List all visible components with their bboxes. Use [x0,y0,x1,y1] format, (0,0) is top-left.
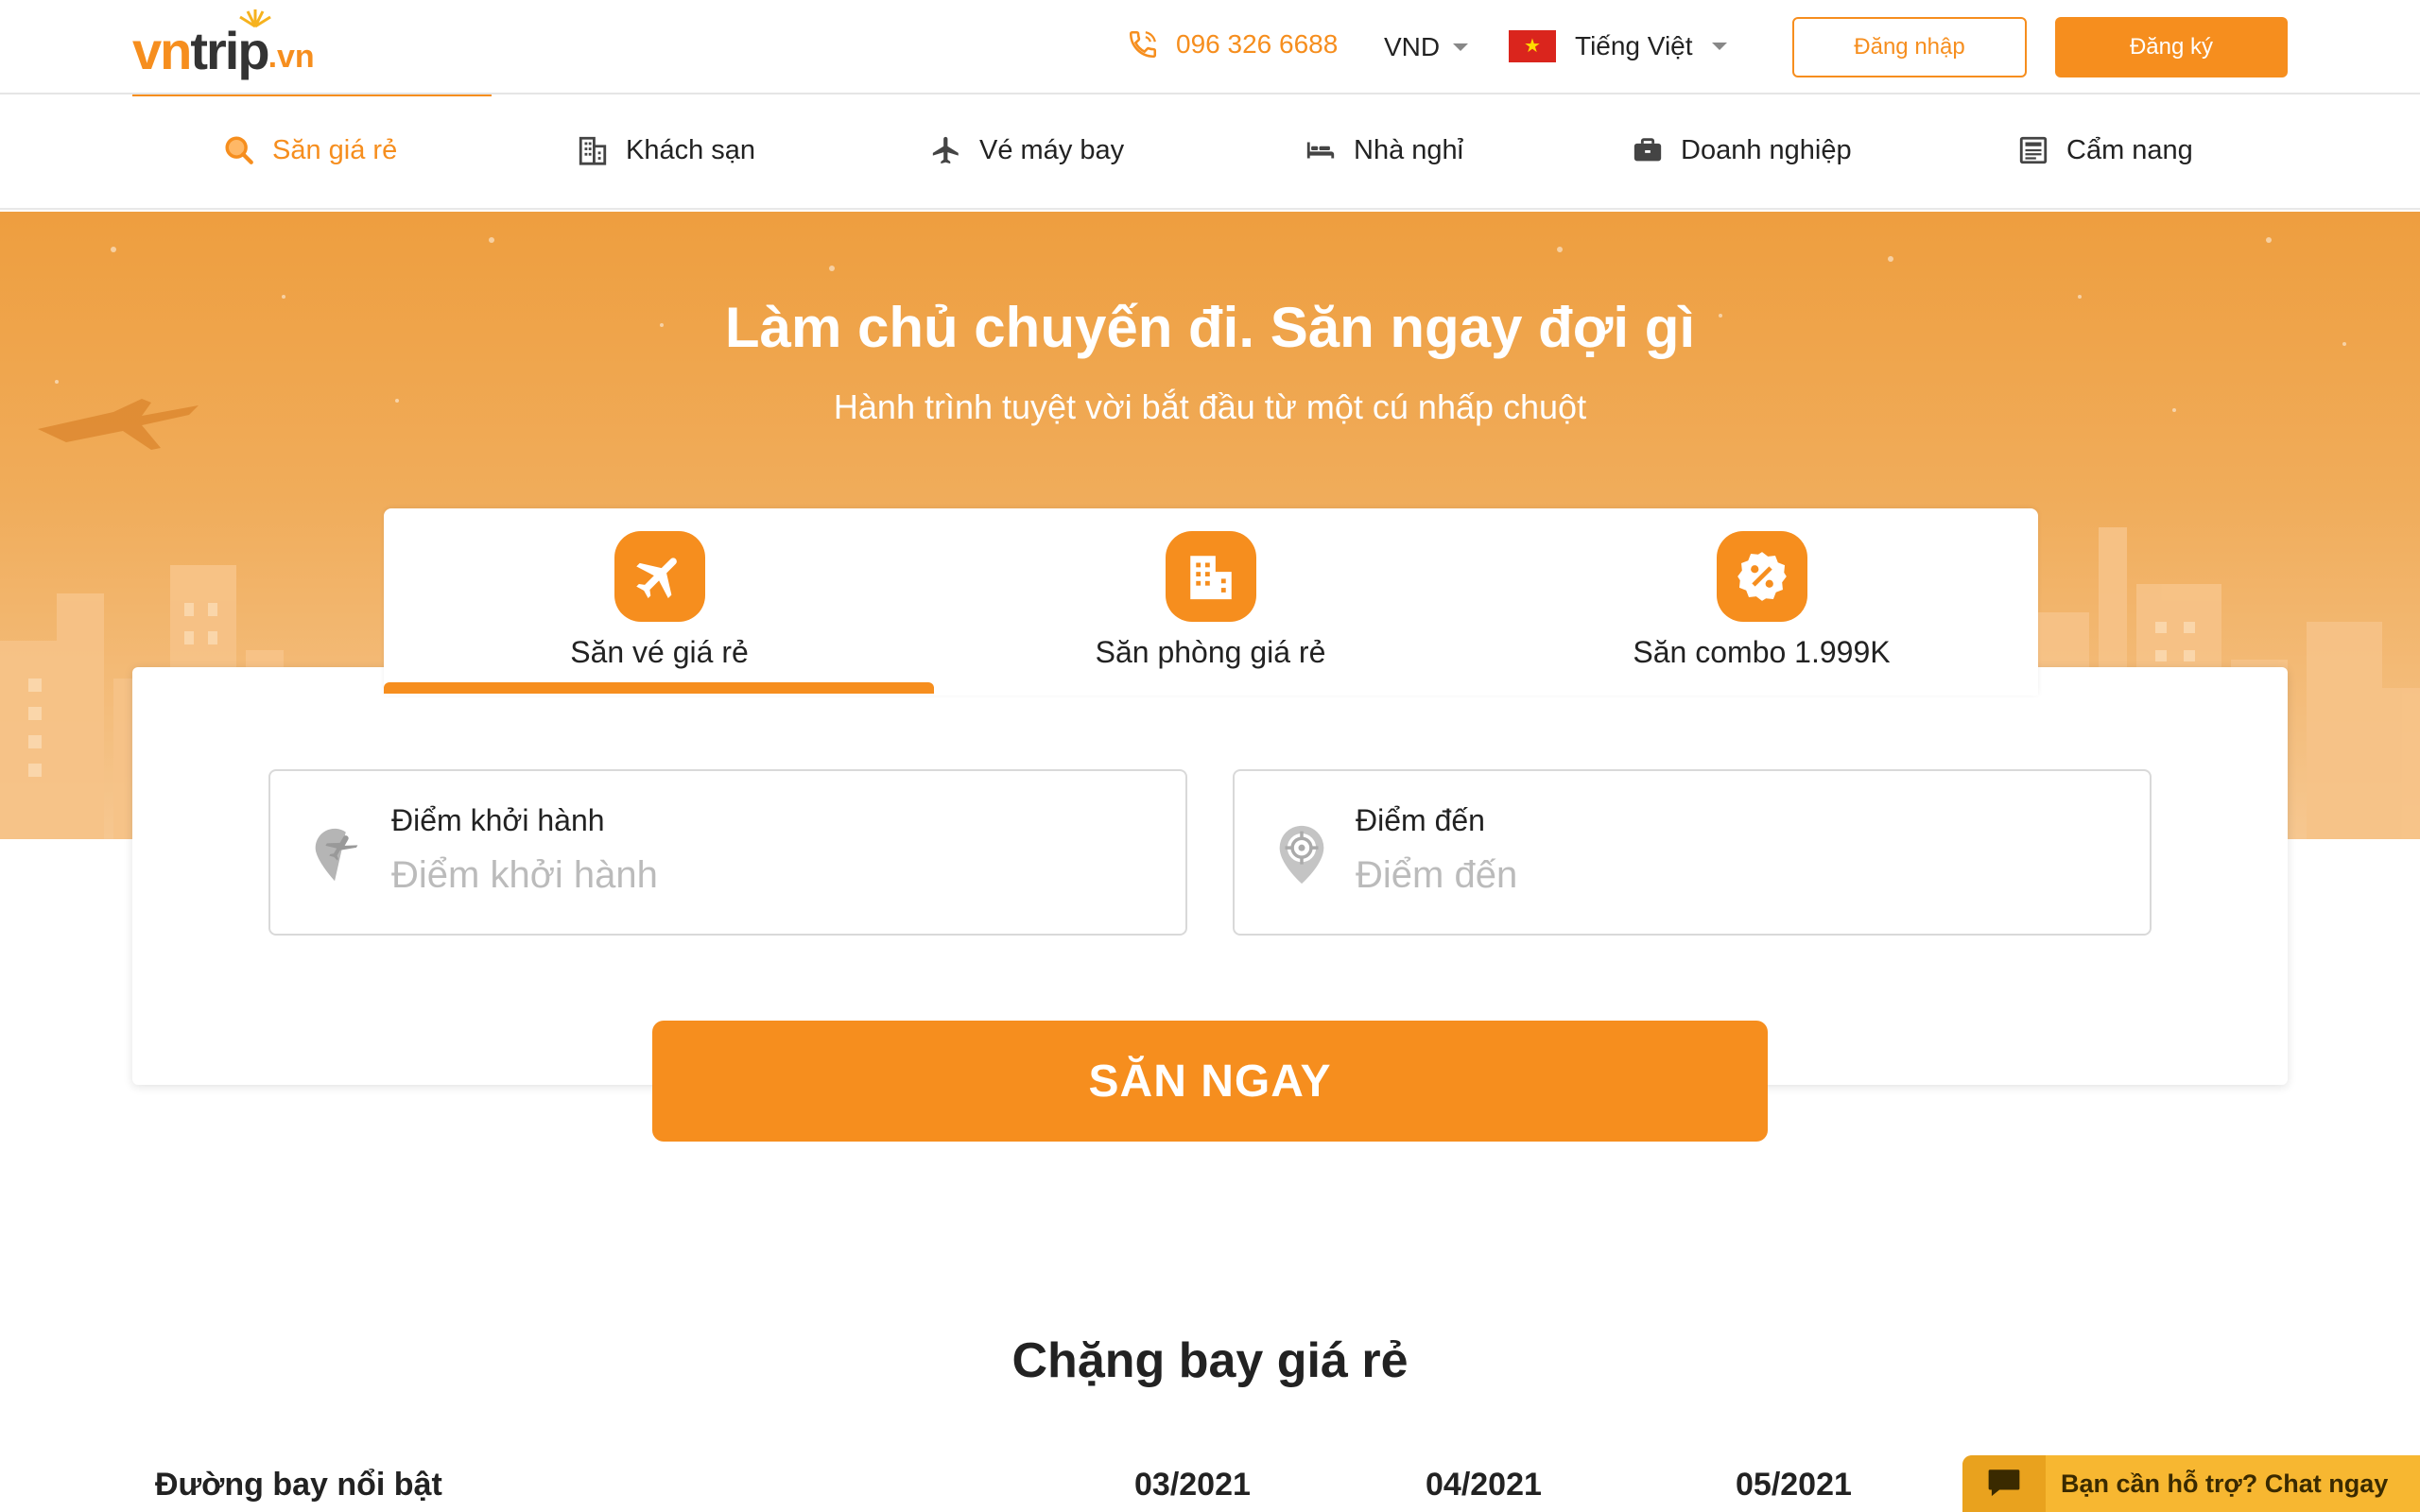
tab-san-ve-gia-re[interactable]: Săn vé giá rẻ [384,508,935,696]
search-tabs: Săn vé giá rẻ Săn phòng giá rẻ Săn combo… [384,508,2038,696]
chat-label: Bạn cần hỗ trợ? Chat ngay [2061,1469,2389,1498]
nav-item-nha-nghi[interactable]: Nhà nghỉ [1305,134,1463,166]
column-header-routes: Đường bay nổi bật [155,1467,442,1503]
cheap-flights-title: Chặng bay giá rẻ [1011,1333,1409,1388]
tab-label: Săn phòng giá rẻ [1095,635,1326,669]
tab-label: Săn vé giá rẻ [570,635,749,669]
currency-label: VND [1384,32,1441,61]
main-nav: Săn giá rẻ Khách sạn Vé máy bay Nhà nghỉ… [0,96,2420,210]
nav-item-ve-may-bay[interactable]: Vé máy bay [930,134,1124,166]
column-header-month[interactable]: 04/2021 [1426,1467,1542,1503]
destination-input[interactable] [1356,854,2112,897]
hotline[interactable]: 096 326 6688 [1127,28,1338,60]
plane-icon [614,531,705,622]
column-header-month[interactable]: 03/2021 [1134,1467,1251,1503]
departure-pin-icon [315,828,358,882]
hero-title: Làm chủ chuyến đi. Săn ngay đợi gì [724,296,1696,359]
phone-icon [1129,30,1157,59]
target-pin-icon [1279,825,1324,885]
chat-bubble-icon [1962,1455,2046,1512]
top-header: vn trip .vn 096 326 6688 VND ★ Tiếng Việ… [0,0,2420,94]
column-header-month[interactable]: 05/2021 [1736,1467,1852,1503]
chevron-down-icon [1453,43,1469,51]
nav-label: Săn giá rẻ [272,134,398,165]
nav-label: Doanh nghiệp [1681,134,1852,165]
hero-subtitle: Hành trình tuyệt vời bắt đầu từ một cú n… [833,387,1587,426]
phone-number: 096 326 6688 [1176,29,1339,59]
news-icon [2019,136,2048,164]
nav-item-khach-san[interactable]: Khách sạn [577,134,755,166]
bed-icon [1306,142,1335,159]
origin-input[interactable] [391,854,1148,897]
percent-badge-icon [1716,531,1807,622]
destination-label: Điểm đến [1356,803,1485,837]
vietnam-flag-icon: ★ [1509,30,1556,62]
currency-selector[interactable]: VND [1384,32,1469,62]
language-selector[interactable]: ★ Tiếng Việt [1509,30,1727,62]
nav-item-cam-nang[interactable]: Cẩm nang [2017,134,2193,166]
nav-item-doanh-nghiep[interactable]: Doanh nghiệp [1632,134,1852,166]
building-icon [1165,531,1256,622]
tab-san-combo[interactable]: Săn combo 1.999K [1486,508,2037,696]
language-label: Tiếng Việt [1575,31,1693,60]
logo-vn: vn [132,21,192,80]
nav-label: Khách sạn [626,134,756,165]
building-icon [579,136,607,165]
origin-label: Điểm khởi hành [391,803,605,837]
active-tab-indicator [384,682,934,694]
tab-san-phong-gia-re[interactable]: Săn phòng giá rẻ [935,508,1486,696]
tab-label: Săn combo 1.999K [1633,635,1891,669]
destination-field[interactable]: Điểm đến [1233,769,2152,936]
logo-domain: .vn [268,39,315,75]
vntrip-logo[interactable]: vn trip .vn [132,9,315,81]
search-icon [225,136,253,164]
login-button[interactable]: Đăng nhập [1792,17,2027,77]
briefcase-icon [1634,138,1662,162]
nav-label: Cẩm nang [2066,134,2193,165]
chevron-down-icon [1711,43,1727,50]
support-chat-widget[interactable]: Bạn cần hỗ trợ? Chat ngay [1962,1455,2420,1512]
plane-icon [932,136,959,164]
register-button[interactable]: Đăng ký [2055,17,2288,77]
origin-field[interactable]: Điểm khởi hành [268,769,1187,936]
nav-label: Nhà nghỉ [1354,134,1464,165]
logo-spark-icon [239,9,271,28]
nav-item-san-gia-re[interactable]: Săn giá rẻ [223,134,397,166]
logo-trip: trip [190,21,269,80]
nav-label: Vé máy bay [979,134,1125,165]
search-submit-button[interactable]: SĂN NGAY [652,1021,1768,1142]
